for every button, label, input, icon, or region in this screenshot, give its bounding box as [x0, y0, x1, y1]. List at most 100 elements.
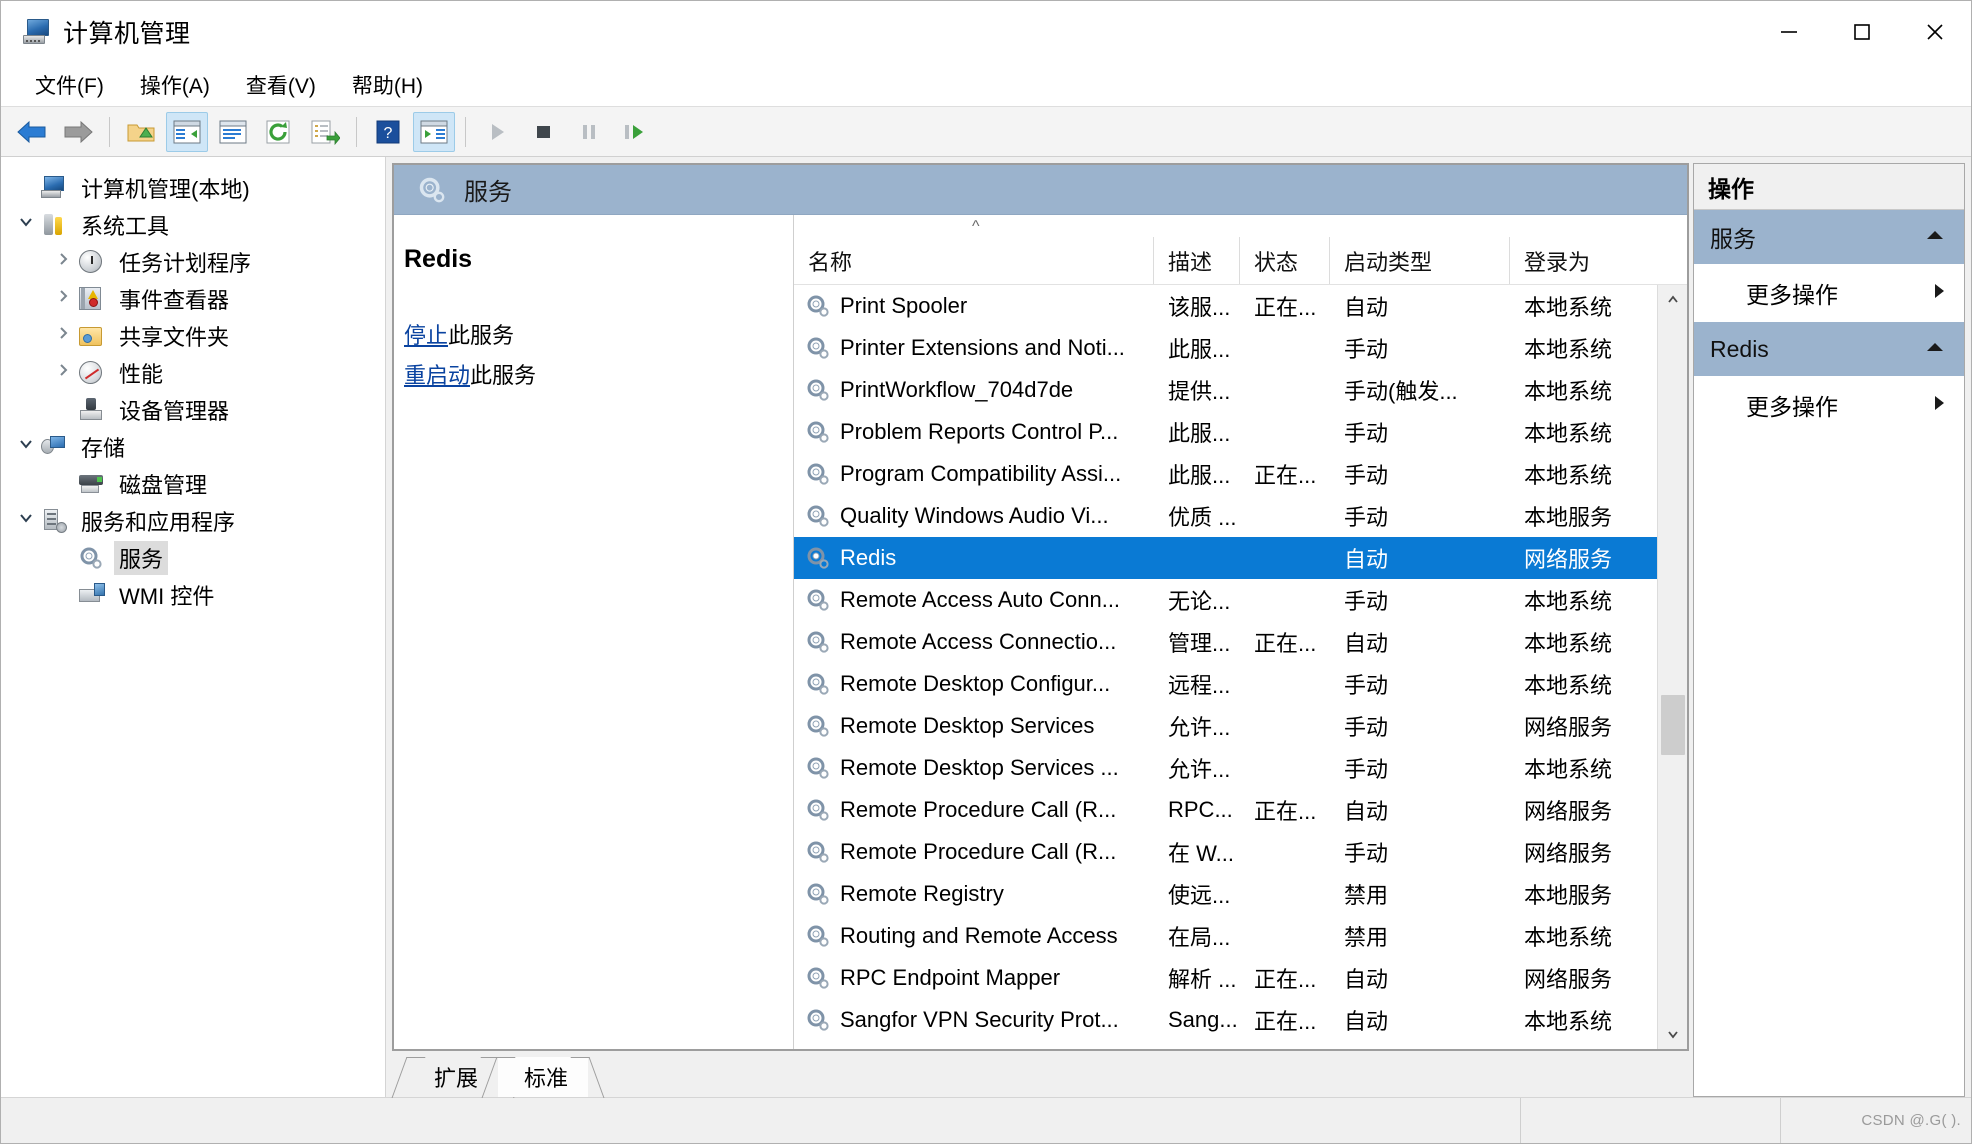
chevron-up-icon[interactable]: [1924, 228, 1946, 247]
start-service-icon[interactable]: [476, 112, 518, 152]
export-list-icon[interactable]: [304, 112, 346, 152]
close-button[interactable]: [1898, 1, 1971, 63]
table-row[interactable]: Printer Extensions and Noti...此服...手动本地系…: [794, 327, 1657, 369]
column-log-on-as[interactable]: 登录为: [1510, 237, 1630, 284]
table-row[interactable]: Remote Access Connectio...管理...正在...自动本地…: [794, 621, 1657, 663]
service-gear-icon: [806, 840, 832, 864]
service-name-text: Routing and Remote Access: [840, 923, 1118, 949]
restart-service-icon[interactable]: [614, 112, 656, 152]
table-row[interactable]: SangforSP正在自动本地系统: [794, 1041, 1657, 1049]
table-row[interactable]: Program Compatibility Assi...此服...正在...手…: [794, 453, 1657, 495]
table-row[interactable]: Remote Desktop Configur...远程...手动本地系统: [794, 663, 1657, 705]
minimize-button[interactable]: [1752, 1, 1825, 63]
refresh-icon[interactable]: [258, 112, 300, 152]
tree-node-system-tools[interactable]: 系统工具: [1, 206, 385, 243]
cell-startup-type: 自动: [1330, 626, 1510, 658]
tree-node-disk-management[interactable]: 磁盘管理: [1, 465, 385, 502]
table-row[interactable]: PrintWorkflow_704d7de提供...手动(触发...本地系统: [794, 369, 1657, 411]
show-hide-tree-icon[interactable]: [166, 112, 208, 152]
table-row[interactable]: RPC Endpoint Mapper解析 ...正在...自动网络服务: [794, 957, 1657, 999]
chevron-right-icon[interactable]: [49, 288, 79, 309]
menu-file[interactable]: 文件(F): [19, 66, 120, 104]
cell-status: 正在...: [1240, 794, 1330, 826]
table-row[interactable]: Remote Registry使远...禁用本地服务: [794, 873, 1657, 915]
forward-arrow-icon[interactable]: [57, 112, 99, 152]
table-row[interactable]: Routing and Remote Access在局...禁用本地系统: [794, 915, 1657, 957]
menu-help[interactable]: 帮助(H): [336, 66, 439, 104]
service-gear-icon: [806, 420, 832, 444]
tab-standard[interactable]: 标准: [498, 1057, 588, 1097]
menu-action[interactable]: 操作(A): [124, 66, 226, 104]
restart-service-link-text[interactable]: 重启动: [404, 363, 470, 388]
scrollbar-thumb[interactable]: [1661, 695, 1685, 755]
chevron-down-icon[interactable]: [11, 509, 41, 532]
table-row[interactable]: Remote Procedure Call (R...在 W...手动网络服务: [794, 831, 1657, 873]
column-description[interactable]: 描述: [1154, 237, 1240, 284]
table-row[interactable]: Redis自动网络服务: [794, 537, 1657, 579]
table-row[interactable]: Remote Procedure Call (R...RPC...正在...自动…: [794, 789, 1657, 831]
maximize-button[interactable]: [1825, 1, 1898, 63]
more-actions-redis[interactable]: 更多操作: [1694, 376, 1964, 434]
tree-node-device-manager[interactable]: 设备管理器: [1, 391, 385, 428]
table-row[interactable]: Remote Desktop Services允许...手动网络服务: [794, 705, 1657, 747]
tree-node-event-viewer[interactable]: 事件查看器: [1, 280, 385, 317]
table-row[interactable]: Quality Windows Audio Vi...优质 ...手动本地服务: [794, 495, 1657, 537]
cell-log-on-as: 本地系统: [1510, 584, 1630, 616]
chevron-right-icon[interactable]: [49, 362, 79, 383]
chevron-down-icon[interactable]: [11, 213, 41, 236]
actions-group-services[interactable]: 服务: [1694, 210, 1964, 264]
help-icon[interactable]: ?: [367, 112, 409, 152]
stop-service-link[interactable]: 停止此服务: [404, 318, 793, 350]
service-name-text: Program Compatibility Assi...: [840, 461, 1121, 487]
cell-log-on-as: 本地系统: [1510, 1046, 1630, 1049]
scroll-up-button[interactable]: [1658, 285, 1687, 315]
tree-node-wmi-control[interactable]: WMI 控件: [1, 576, 385, 613]
chevron-up-icon[interactable]: [1924, 340, 1946, 359]
chevron-right-icon[interactable]: [1932, 393, 1946, 418]
show-action-pane-icon[interactable]: [413, 112, 455, 152]
tools-icon: [41, 213, 67, 237]
tree-node-performance[interactable]: 性能: [1, 354, 385, 391]
services-vertical-scrollbar[interactable]: [1657, 285, 1687, 1049]
chevron-right-icon[interactable]: [49, 251, 79, 272]
pause-service-icon[interactable]: [568, 112, 610, 152]
restart-service-link[interactable]: 重启动此服务: [404, 358, 793, 390]
stop-service-icon[interactable]: [522, 112, 564, 152]
stop-service-link-text[interactable]: 停止: [404, 323, 448, 348]
cell-startup-type: 手动: [1330, 836, 1510, 868]
table-row[interactable]: Print Spooler该服...正在...自动本地系统: [794, 285, 1657, 327]
tree-node-storage[interactable]: 存储: [1, 428, 385, 465]
properties-icon[interactable]: [212, 112, 254, 152]
table-row[interactable]: Problem Reports Control P...此服...手动本地系统: [794, 411, 1657, 453]
cell-log-on-as: 本地系统: [1510, 290, 1630, 322]
column-startup-type[interactable]: 启动类型: [1330, 237, 1510, 284]
device-manager-icon: [79, 398, 105, 422]
tree-node-services[interactable]: 服务: [1, 539, 385, 576]
chevron-down-icon[interactable]: [11, 435, 41, 458]
tree-node-shared-folders[interactable]: 共享文件夹: [1, 317, 385, 354]
up-folder-icon[interactable]: [120, 112, 162, 152]
table-row[interactable]: Remote Desktop Services ...允许...手动本地系统: [794, 747, 1657, 789]
cell-service-name: Problem Reports Control P...: [794, 419, 1154, 445]
more-actions-services[interactable]: 更多操作: [1694, 264, 1964, 322]
service-name-text: Printer Extensions and Noti...: [840, 335, 1125, 361]
scrollbar-track[interactable]: [1658, 315, 1687, 1019]
tree-node-task-scheduler[interactable]: 任务计划程序: [1, 243, 385, 280]
cell-description: 在 W...: [1154, 836, 1240, 868]
back-arrow-icon[interactable]: [11, 112, 53, 152]
tree-node-services-and-applications[interactable]: 服务和应用程序: [1, 502, 385, 539]
table-row[interactable]: Sangfor VPN Security Prot...Sang...正在...…: [794, 999, 1657, 1041]
services-table-header: 名称 描述 状态 启动类型 登录为: [794, 237, 1687, 285]
computer-management-window: 计算机管理 文件(F) 操作(A) 查看(V) 帮助(H): [0, 0, 1972, 1144]
column-name[interactable]: 名称: [794, 237, 1154, 284]
cell-log-on-as: 网络服务: [1510, 962, 1630, 994]
column-status[interactable]: 状态: [1240, 237, 1330, 284]
chevron-right-icon[interactable]: [1932, 281, 1946, 306]
cell-description: 远程...: [1154, 668, 1240, 700]
scroll-down-button[interactable]: [1658, 1019, 1687, 1049]
actions-group-redis[interactable]: Redis: [1694, 322, 1964, 376]
tree-node-computer-management[interactable]: 计算机管理(本地): [1, 169, 385, 206]
menu-view[interactable]: 查看(V): [230, 66, 332, 104]
table-row[interactable]: Remote Access Auto Conn...无论...手动本地系统: [794, 579, 1657, 621]
chevron-right-icon[interactable]: [49, 325, 79, 346]
